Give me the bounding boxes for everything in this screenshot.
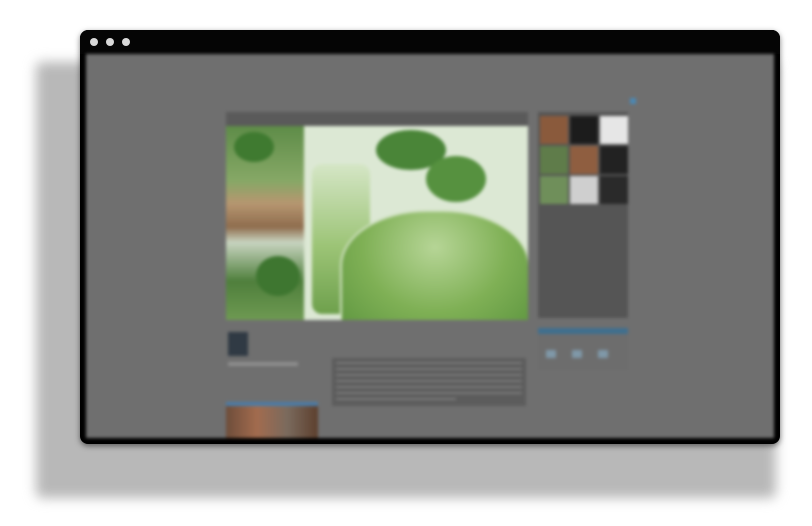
gallery-thumbnail[interactable]	[540, 146, 568, 174]
top-navigation	[226, 64, 638, 94]
hero-image-green-smoothie	[226, 126, 528, 320]
share-icon[interactable]	[630, 98, 636, 104]
maximize-dot-icon[interactable]	[122, 38, 130, 46]
author-avatar[interactable]	[228, 332, 248, 356]
browser-window	[80, 30, 780, 444]
leaf-shape	[426, 156, 486, 202]
author-meta-line	[228, 362, 298, 366]
text-line	[336, 374, 522, 376]
widget-icon[interactable]	[598, 350, 608, 358]
site-content	[226, 54, 638, 438]
close-dot-icon[interactable]	[90, 38, 98, 46]
sidebar-widget	[538, 328, 628, 370]
text-line	[336, 386, 522, 388]
text-line	[336, 398, 456, 400]
text-line	[336, 392, 522, 394]
widget-icon[interactable]	[546, 350, 556, 358]
leaf-shape	[234, 132, 274, 162]
gallery-thumbnail[interactable]	[600, 146, 628, 174]
text-line	[336, 368, 522, 370]
gallery-thumbnail[interactable]	[540, 116, 568, 144]
smoothie-glass-large	[340, 210, 528, 320]
web-page-viewport	[86, 54, 774, 438]
gallery-thumbnail[interactable]	[570, 146, 598, 174]
widget-icon[interactable]	[572, 350, 582, 358]
gallery-thumbnail[interactable]	[600, 176, 628, 204]
leaf-shape	[256, 256, 300, 296]
title-bar	[80, 30, 780, 54]
gallery-thumbnail[interactable]	[600, 116, 628, 144]
photo-gallery-widget	[538, 112, 628, 318]
post-body-text	[332, 358, 526, 406]
text-line	[336, 380, 522, 382]
hero-caption-bar	[226, 112, 528, 126]
gallery-thumbnail[interactable]	[570, 116, 598, 144]
gallery-thumbnail[interactable]	[540, 176, 568, 204]
text-line	[336, 362, 522, 364]
gallery-thumbnail[interactable]	[570, 176, 598, 204]
promo-image[interactable]	[226, 402, 318, 438]
minimize-dot-icon[interactable]	[106, 38, 114, 46]
